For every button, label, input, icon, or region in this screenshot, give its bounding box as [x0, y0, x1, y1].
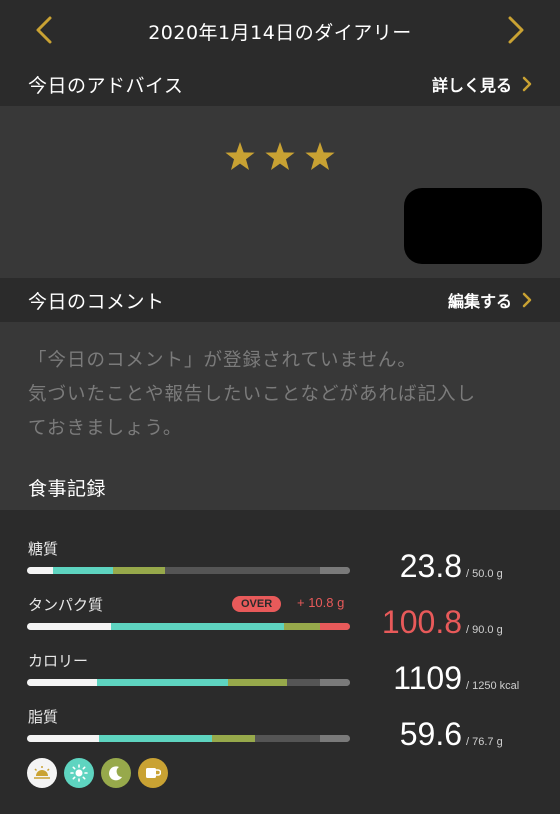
- nutrient-label: 脂質: [28, 708, 59, 726]
- sun-icon: [64, 758, 94, 788]
- meal-section-header: 食事記録: [0, 464, 560, 510]
- nutrient-value: 23.8: [399, 548, 462, 584]
- nutrient-row-protein: タンパク質 OVER + 10.8 g 100.8 / 90.0 g: [0, 594, 560, 650]
- advice-section-header: 今日のアドバイス 詳しく見る: [0, 62, 560, 106]
- nutrient-progress-bar: [27, 623, 350, 630]
- prev-day-button[interactable]: [24, 10, 64, 50]
- nutrient-target: / 1250 kcal: [466, 680, 520, 692]
- comment-placeholder-line: 気づいたことや報告したいことなどがあれば記入し: [28, 384, 476, 405]
- nutrient-label: 糖質: [28, 540, 59, 558]
- chevron-right-icon: [522, 292, 532, 308]
- comment-edit-link[interactable]: 編集する: [448, 288, 532, 312]
- meal-title: 食事記録: [28, 477, 107, 500]
- chevron-right-icon: [508, 16, 524, 44]
- nutrient-row-carbs: 糖質 23.8 / 50.0 g: [0, 538, 560, 594]
- advice-details-label: 詳しく見る: [431, 76, 512, 95]
- meal-type-legend: [27, 758, 168, 788]
- advice-rating: [0, 142, 560, 170]
- star-icon: [305, 142, 335, 170]
- nutrient-target: / 90.0 g: [466, 624, 503, 636]
- comment-title: 今日のコメント: [28, 290, 165, 313]
- nutrient-target: / 50.0 g: [466, 568, 503, 580]
- comment-placeholder-line: ておきましょう。: [28, 418, 183, 439]
- star-icon: [265, 142, 295, 170]
- chevron-right-icon: [522, 76, 532, 92]
- next-day-button[interactable]: [496, 10, 536, 50]
- comment-panel: 「今日のコメント」が登録されていません。 気づいたことや報告したいことなどがあれ…: [0, 322, 560, 464]
- nutrient-value: 100.8: [381, 604, 462, 640]
- advice-title: 今日のアドバイス: [28, 74, 184, 97]
- cup-icon: [138, 758, 168, 788]
- page-title: 2020年1月14日のダイアリー: [148, 21, 412, 44]
- nutrient-progress-bar: [27, 679, 350, 686]
- nutrient-target: / 76.7 g: [466, 736, 503, 748]
- diary-header: 2020年1月14日のダイアリー: [0, 0, 560, 62]
- advice-panel: [0, 106, 560, 278]
- chevron-left-icon: [36, 16, 52, 44]
- nutrient-progress-bar: [27, 567, 350, 574]
- meal-panel[interactable]: 糖質 23.8 / 50.0 g タンパク質 OVER + 10.8 g 100…: [0, 510, 560, 814]
- nutrient-value: 59.6: [399, 716, 462, 752]
- redacted-image: [404, 188, 542, 264]
- sunrise-icon: [27, 758, 57, 788]
- nutrient-label: カロリー: [28, 652, 89, 670]
- comment-placeholder-line: 「今日のコメント」が登録されていません。: [28, 350, 417, 371]
- nutrient-label: タンパク質: [28, 596, 104, 614]
- comment-edit-label: 編集する: [447, 292, 512, 311]
- nutrient-value: 1109: [393, 660, 462, 696]
- moon-icon: [101, 758, 131, 788]
- nutrient-row-fat: 脂質 59.6 / 76.7 g: [0, 706, 560, 762]
- star-icon: [225, 142, 255, 170]
- nutrient-row-calories: カロリー 1109 / 1250 kcal: [0, 650, 560, 706]
- comment-section-header: 今日のコメント 編集する: [0, 278, 560, 322]
- advice-details-link[interactable]: 詳しく見る: [432, 72, 532, 96]
- nutrient-progress-bar: [27, 735, 350, 742]
- over-badge: OVER: [232, 596, 282, 612]
- over-amount: + 10.8 g: [297, 595, 345, 610]
